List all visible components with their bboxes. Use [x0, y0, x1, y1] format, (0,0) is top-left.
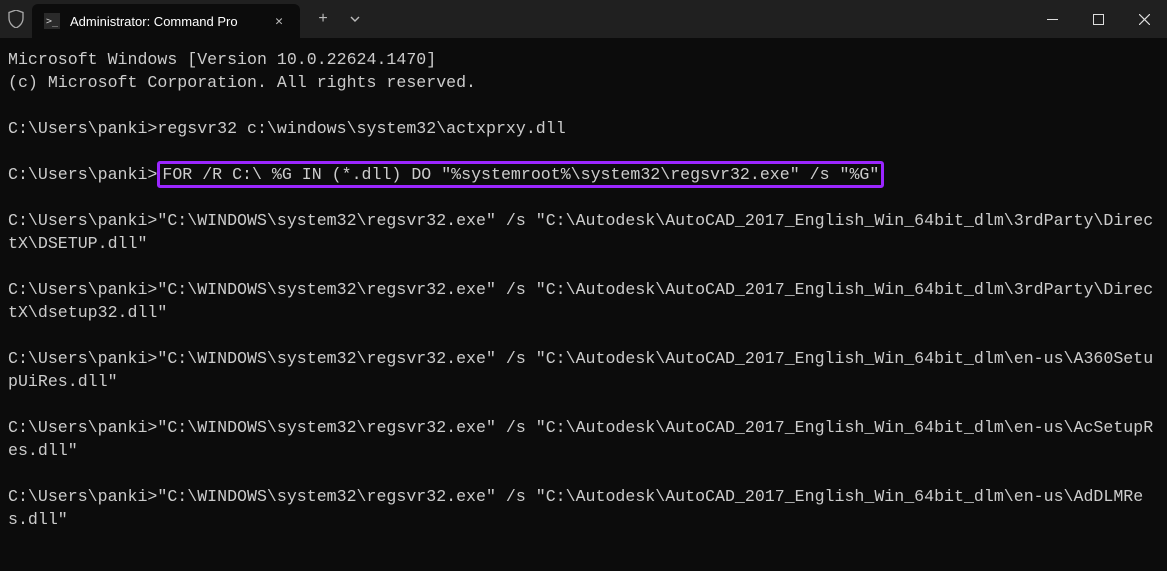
output-line: C:\Users\panki>"C:\WINDOWS\system32\regs… — [8, 211, 1153, 253]
new-tab-button[interactable]: + — [314, 10, 332, 28]
cmd-icon: >_ — [44, 13, 60, 29]
prompt: C:\Users\panki> — [8, 119, 157, 138]
highlighted-command: FOR /R C:\ %G IN (*.dll) DO "%systemroot… — [157, 161, 884, 188]
close-window-button[interactable] — [1121, 0, 1167, 38]
shield-icon — [8, 10, 24, 28]
output-line: C:\Users\panki>"C:\WINDOWS\system32\regs… — [8, 349, 1153, 391]
version-line: Microsoft Windows [Version 10.0.22624.14… — [8, 50, 436, 69]
window-controls — [1029, 0, 1167, 38]
output-line: C:\Users\panki>"C:\WINDOWS\system32\regs… — [8, 487, 1143, 529]
prompt: C:\Users\panki> — [8, 165, 157, 184]
output-line: C:\Users\panki>"C:\WINDOWS\system32\regs… — [8, 280, 1153, 322]
minimize-button[interactable] — [1029, 0, 1075, 38]
tab-dropdown-icon[interactable] — [346, 10, 364, 28]
copyright-line: (c) Microsoft Corporation. All rights re… — [8, 73, 476, 92]
close-tab-icon[interactable]: ✕ — [270, 12, 288, 30]
output-line: C:\Users\panki>"C:\WINDOWS\system32\regs… — [8, 418, 1153, 460]
maximize-button[interactable] — [1075, 0, 1121, 38]
titlebar: >_ Administrator: Command Pro ✕ + — [0, 0, 1167, 38]
command-text: regsvr32 c:\windows\system32\actxprxy.dl… — [157, 119, 565, 138]
terminal-output[interactable]: Microsoft Windows [Version 10.0.22624.14… — [0, 38, 1167, 541]
tab-command-prompt[interactable]: >_ Administrator: Command Pro ✕ — [32, 4, 300, 38]
tab-title: Administrator: Command Pro — [70, 14, 260, 29]
